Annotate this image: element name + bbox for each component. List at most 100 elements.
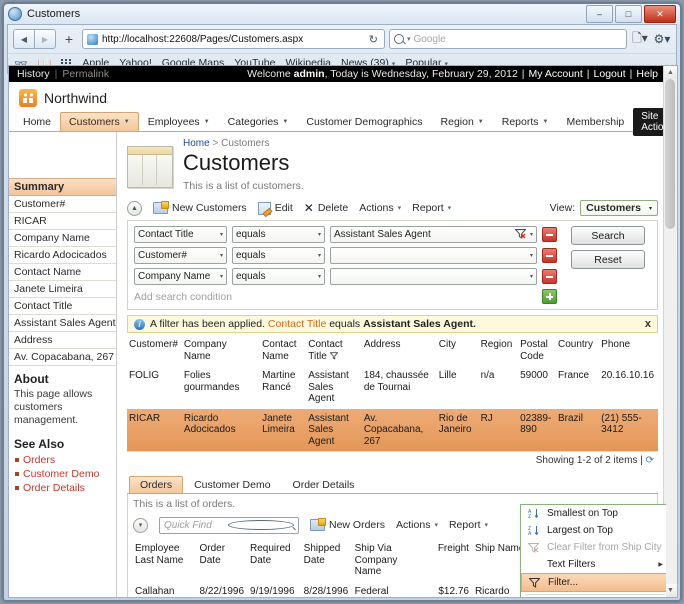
col-order-date[interactable]: Order Date	[198, 537, 249, 582]
col-freight[interactable]: Freight	[430, 537, 473, 582]
help-link[interactable]: Help	[636, 68, 658, 80]
sidebar-item-customer-demo[interactable]: Customer Demo	[9, 467, 116, 481]
nav-item-categories[interactable]: Categories ▼	[219, 112, 298, 131]
close-icon: ✕	[303, 201, 314, 215]
add-condition-button[interactable]	[542, 289, 557, 304]
filter-value-input[interactable]: Assistant Sales Agent ▾	[330, 226, 537, 243]
nav-item-membership[interactable]: Membership	[557, 112, 633, 131]
add-search-condition-label[interactable]: Add search condition	[134, 290, 232, 303]
minimize-button[interactable]: –	[586, 5, 613, 23]
nav-item-customer-demographics[interactable]: Customer Demographics	[297, 112, 431, 131]
report-menu-button[interactable]: Report ▾	[412, 202, 451, 214]
filter-field-select[interactable]: Company Name ▾	[134, 268, 227, 285]
col-region[interactable]: Region	[479, 333, 519, 366]
new-tab-button[interactable]: +	[60, 30, 78, 48]
col-contact-title[interactable]: Contact Title	[306, 333, 362, 366]
nav-item-region[interactable]: Region ▼	[432, 112, 493, 131]
col-city[interactable]: City	[437, 333, 479, 366]
col-country[interactable]: Country	[556, 333, 599, 366]
orders-report-menu-button[interactable]: Report ▾	[449, 519, 488, 531]
col-postal-code[interactable]: Postal Code	[518, 333, 556, 366]
filter-field-select[interactable]: Customer# ▾	[134, 247, 227, 264]
cell-employee-last-name[interactable]: Callahan	[133, 582, 198, 598]
col-customer-number[interactable]: Customer#	[127, 333, 182, 366]
chevron-down-icon: ▼	[123, 119, 130, 125]
nav-item-employees[interactable]: Employees ▼	[139, 112, 219, 131]
search-button[interactable]: Search	[571, 226, 645, 245]
table-row[interactable]: FOLIG Folies gourmandes Martine Rancé As…	[127, 366, 658, 409]
col-address[interactable]: Address	[362, 333, 437, 366]
cell-customer-number[interactable]: FOLIG	[127, 366, 182, 409]
breadcrumb-home[interactable]: Home	[183, 138, 210, 149]
new-orders-button[interactable]: New Orders	[310, 518, 385, 531]
menu-item-filter[interactable]: Filter...	[521, 573, 666, 592]
remove-condition-button[interactable]	[542, 248, 557, 263]
remove-condition-button[interactable]	[542, 269, 557, 284]
close-button[interactable]: ✕	[644, 5, 676, 23]
permalink-link[interactable]: Permalink	[62, 68, 109, 80]
close-icon[interactable]: x	[645, 318, 651, 330]
filter-operator-select[interactable]: equals ▾	[232, 268, 325, 285]
nav-item-reports[interactable]: Reports ▼	[493, 112, 558, 131]
filter-icon[interactable]	[329, 351, 339, 362]
edit-button[interactable]: Edit	[257, 201, 293, 215]
new-customers-button[interactable]: New Customers	[153, 201, 247, 214]
my-account-link[interactable]: My Account	[529, 68, 583, 80]
tab-order-details[interactable]: Order Details	[282, 476, 366, 493]
delete-button[interactable]: ✕ Delete	[304, 202, 348, 214]
reset-button[interactable]: Reset	[571, 250, 645, 269]
page-description: This is a list of customers.	[183, 180, 304, 192]
filter-operator-select[interactable]: equals ▾	[232, 247, 325, 264]
sidebar-item-orders[interactable]: Orders	[9, 453, 116, 467]
page-actions-icon[interactable]: 🗋▾	[631, 30, 649, 48]
view-select[interactable]: Customers ▾	[580, 200, 658, 216]
cell-region: RJ	[478, 408, 519, 451]
table-row[interactable]: RICAR Ricardo Adocicados Janete Limeira …	[127, 408, 658, 451]
menu-item-largest-on-top[interactable]: ZA Largest on Top	[521, 522, 666, 539]
menu-item-text-filters[interactable]: Text Filters ▶	[521, 556, 666, 573]
filter-operator-select[interactable]: equals ▾	[232, 226, 325, 243]
refresh-icon[interactable]: ⟳	[646, 455, 654, 466]
address-bar[interactable]: http://localhost:22608/Pages/Customers.a…	[82, 29, 385, 49]
filter-icon[interactable]	[514, 229, 527, 240]
quick-find-input[interactable]: Quick Find	[159, 516, 299, 534]
browser-search-input[interactable]: ▾ Google	[389, 29, 627, 49]
history-link[interactable]: History	[17, 68, 50, 80]
gear-icon[interactable]: ⚙▾	[653, 30, 671, 48]
cell-customer-number[interactable]: RICAR	[127, 408, 182, 451]
filter-value-input[interactable]: ▾	[330, 247, 537, 264]
col-shipped-date[interactable]: Shipped Date	[302, 537, 353, 582]
notice-field-link[interactable]: Contact Title	[268, 318, 326, 330]
col-contact-name[interactable]: Contact Name	[260, 333, 306, 366]
nav-item-customers[interactable]: Customers ▼	[60, 112, 139, 131]
forward-button[interactable]: ▶	[35, 29, 56, 49]
reload-icon[interactable]: ↻	[369, 33, 380, 46]
nav-item-home[interactable]: Home	[14, 112, 60, 131]
col-employee-last-name[interactable]: Employee Last Name	[133, 537, 198, 582]
customers-table: Customer# Company Name Contact Name Cont…	[127, 333, 658, 451]
menu-item-smallest-on-top[interactable]: AZ Smallest on Top	[521, 505, 666, 522]
chevron-down-icon[interactable]: ▾	[407, 35, 411, 43]
scroll-up-arrow[interactable]: ▲	[664, 66, 677, 79]
back-button[interactable]: ◀	[13, 29, 35, 49]
collapse-toggle-button[interactable]: ▲	[127, 200, 142, 216]
tab-orders[interactable]: Orders	[129, 476, 184, 493]
tab-customer-demo[interactable]: Customer Demo	[183, 476, 281, 493]
orders-collapse-toggle[interactable]: ▾	[133, 517, 148, 533]
view-label: View:	[549, 202, 576, 214]
logout-link[interactable]: Logout	[594, 68, 626, 80]
col-ship-via-company-name[interactable]: Ship Via Company Name	[353, 537, 430, 582]
filter-value-input[interactable]: ▾	[330, 268, 537, 285]
col-required-date[interactable]: Required Date	[248, 537, 302, 582]
search-icon[interactable]	[228, 520, 294, 530]
scrollbar-thumb[interactable]	[665, 79, 675, 229]
remove-condition-button[interactable]	[542, 227, 557, 242]
col-company-name[interactable]: Company Name	[182, 333, 260, 366]
maximize-button[interactable]: □	[615, 5, 642, 23]
customers-table-footer: Showing 1-2 of 2 items | ⟳	[127, 451, 658, 469]
col-phone[interactable]: Phone	[599, 333, 658, 366]
orders-actions-menu-button[interactable]: Actions ▾	[396, 519, 438, 531]
filter-field-select[interactable]: Contact Title ▾	[134, 226, 227, 243]
actions-menu-button[interactable]: Actions ▾	[359, 202, 401, 214]
sidebar-item-order-details[interactable]: Order Details	[9, 481, 116, 495]
